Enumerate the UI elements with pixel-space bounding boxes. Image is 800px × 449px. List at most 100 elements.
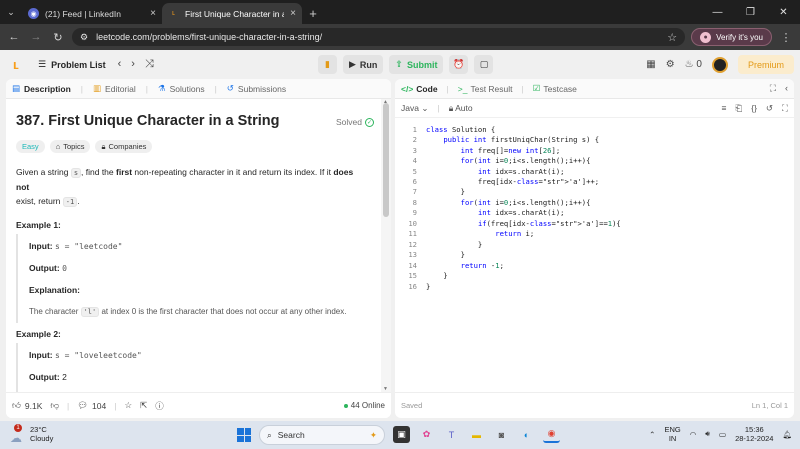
tab-test-result[interactable]: >_ Test Result — [458, 84, 513, 94]
code-line[interactable]: 11 return i; — [395, 229, 794, 240]
scrollbar-thumb[interactable] — [383, 103, 389, 217]
tab-search-icon[interactable]: ⌄ — [0, 0, 22, 24]
url-omnibox[interactable]: ⚙ leetcode.com/problems/first-unique-cha… — [72, 28, 686, 46]
problem-list-button[interactable]: ☰ Problem List — [38, 59, 106, 70]
copilot-icon[interactable]: ✿ — [418, 426, 435, 443]
volume-icon[interactable]: 🔊︎ — [705, 429, 710, 439]
language-select[interactable]: Java ⌄ — [401, 103, 428, 114]
timer-button[interactable]: ⏰ — [449, 55, 469, 74]
code-line[interactable]: 15 } — [395, 270, 794, 281]
bookmark-star-icon[interactable]: ☆ — [667, 31, 677, 44]
layout-icon[interactable]: ▦ — [646, 59, 655, 70]
online-indicator: 44 Online — [343, 401, 385, 410]
premium-button[interactable]: Premium — [737, 55, 794, 74]
notifications-icon[interactable]: 🔔︎ — [782, 430, 792, 439]
prev-problem-icon[interactable]: ‹ — [118, 58, 122, 71]
task-view-icon[interactable]: ▣ — [393, 426, 410, 443]
browser-menu-icon[interactable]: ⋮ — [778, 29, 794, 45]
camera-icon[interactable]: ◙ — [493, 426, 510, 443]
tab-solutions[interactable]: ⚗ Solutions — [158, 83, 205, 94]
site-info-icon[interactable]: ⚙ — [80, 32, 88, 43]
close-tab-icon[interactable]: × — [290, 8, 296, 19]
tab-editorial[interactable]: ▥ Editorial — [93, 83, 136, 94]
bookmark-icon[interactable]: ⎗ — [735, 103, 742, 114]
shuffle-icon[interactable]: ⤨ — [145, 58, 154, 71]
description-scrollbar[interactable]: ▲ ▼ — [381, 99, 391, 392]
new-tab-button[interactable]: + — [302, 3, 324, 24]
restore-icon[interactable]: ❐ — [734, 0, 767, 24]
browser-tab-leetcode[interactable]: ʟ First Unique Character in a Strin × — [162, 3, 302, 24]
topics-tag[interactable]: ⌂ Topics — [49, 140, 91, 153]
teams-icon[interactable]: T — [443, 426, 460, 443]
minimize-icon[interactable]: — — [701, 0, 734, 24]
next-problem-icon[interactable]: › — [131, 58, 135, 71]
fullscreen-icon[interactable]: ⛶ — [782, 103, 788, 114]
windows-start-icon[interactable] — [237, 428, 251, 442]
run-button[interactable]: ▶ Run — [343, 55, 384, 74]
line-number: 1 — [412, 124, 417, 134]
code-line[interactable]: 6 freq[idx-class="str">'a']++; — [395, 176, 794, 187]
browser-tab-linkedin[interactable]: ◉ (21) Feed | LinkedIn × — [22, 3, 162, 24]
code-line[interactable]: 16} — [395, 281, 794, 292]
code-text: } — [426, 271, 448, 281]
page-title: 387. First Unique Character in a String — [16, 113, 280, 129]
verify-button[interactable]: ● Verify it's you — [691, 28, 772, 46]
share-button[interactable]: ⇱ — [140, 400, 147, 411]
back-icon[interactable]: ← — [6, 29, 22, 45]
code-line[interactable]: 10 if(freq[idx-class="str">'a']==1){ — [395, 218, 794, 229]
edge-icon[interactable]: ◐ — [518, 426, 535, 443]
companies-tag[interactable]: 🔒︎ Companies — [95, 140, 153, 153]
reset-icon[interactable]: ↺ — [766, 103, 773, 114]
tab-description[interactable]: ▤ Description — [12, 83, 71, 94]
help-button[interactable]: ⓘ — [155, 400, 164, 412]
code-line[interactable]: 14 return -1; — [395, 260, 794, 271]
chrome-icon[interactable]: ◉ — [543, 426, 560, 443]
submit-button[interactable]: ⇪ Submit — [389, 55, 444, 74]
tab-submissions[interactable]: ↺ Submissions — [227, 83, 286, 94]
code-line[interactable]: 12 } — [395, 239, 794, 250]
weather-widget[interactable]: ☁ 1 23°C Cloudy — [10, 423, 53, 445]
close-tab-icon[interactable]: × — [150, 8, 156, 19]
code-line[interactable]: 9 int idx=s.charAt(i); — [395, 208, 794, 219]
clock[interactable]: 15:36 28-12-2024 — [735, 425, 773, 443]
favorite-button[interactable]: ☆ — [124, 400, 132, 411]
close-window-icon[interactable]: ✕ — [767, 0, 800, 24]
format-icon[interactable]: ≡ — [721, 103, 726, 114]
debug-button[interactable]: ▮ — [318, 55, 337, 74]
forward-icon[interactable]: → — [28, 29, 44, 45]
battery-icon[interactable]: ▭ — [719, 430, 726, 439]
history-icon: ↺ — [226, 83, 234, 93]
leetcode-logo-icon[interactable]: ʟ — [8, 57, 24, 73]
input-value: s = "leetcode" — [54, 242, 123, 251]
dislike-button[interactable]: 👎︎ — [50, 400, 59, 411]
comments-button[interactable]: 💬︎ 104 — [77, 400, 106, 411]
code-line[interactable]: 1 class Solution { — [395, 124, 794, 135]
settings-gear-icon[interactable]: ⚙ — [666, 59, 675, 70]
code-line[interactable]: 2 public int firstUniqChar(String s) { — [395, 134, 794, 145]
streak-counter[interactable]: ♨ 0 — [685, 59, 702, 70]
chevron-up-icon[interactable]: ⌃ — [649, 430, 655, 439]
code-line[interactable]: 4 for(int i=0;i<s.length();i++){ — [395, 155, 794, 166]
file-explorer-icon[interactable]: ▬ — [468, 426, 485, 443]
language-indicator[interactable]: ENG IN — [664, 425, 680, 443]
reload-icon[interactable]: ↻ — [50, 29, 66, 45]
notes-button[interactable]: ▢ — [474, 55, 494, 74]
maximize-icon[interactable]: ⛶ — [770, 83, 776, 94]
braces-icon[interactable]: {} — [751, 103, 757, 114]
tab-testcase[interactable]: ☑ Testcase — [533, 83, 577, 94]
code-line[interactable]: 7 } — [395, 187, 794, 198]
like-button[interactable]: 👍︎ 9.1K — [12, 400, 42, 411]
auto-mode[interactable]: 🔒︎ Auto — [449, 103, 473, 114]
avatar[interactable] — [711, 56, 728, 73]
code-line[interactable]: 8 for(int i=0;i<s.length();i++){ — [395, 197, 794, 208]
collapse-icon[interactable]: ‹ — [785, 83, 788, 94]
code-editor[interactable]: 1 class Solution {2 public int firstUniqC… — [395, 120, 794, 395]
taskbar-search[interactable]: ⌕ Search ✦ — [259, 425, 385, 445]
code-line[interactable]: 13 } — [395, 249, 794, 260]
wifi-icon[interactable]: ◠ — [690, 430, 697, 439]
chevron-down-icon: ⌄ — [421, 102, 429, 113]
line-number: 16 — [408, 281, 417, 291]
code-line[interactable]: 3 int freq[]=new int[26]; — [395, 145, 794, 156]
tab-code[interactable]: </> Code — [401, 84, 438, 94]
code-line[interactable]: 5 int idx=s.charAt(i); — [395, 166, 794, 177]
